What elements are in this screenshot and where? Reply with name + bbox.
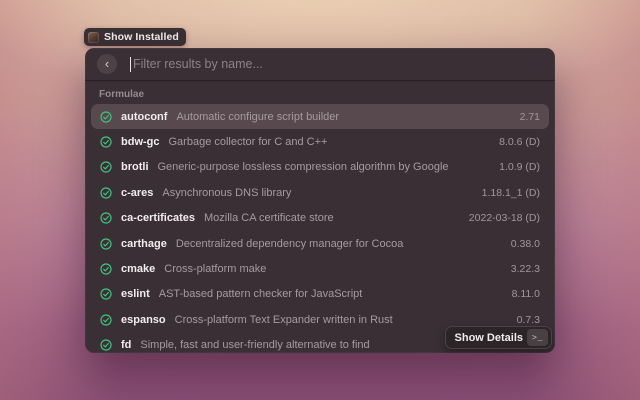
formula-version: 1.0.9 (D) [499,161,540,173]
chevron-left-icon: ‹ [105,57,109,70]
formula-version: 1.18.1_1 (D) [482,187,540,199]
terminal-prompt-key-icon: >_ [527,329,548,346]
formula-name: fd [121,339,131,351]
installed-check-icon [100,314,112,326]
homebrew-icon [88,32,99,43]
formula-description: Cross-platform Text Expander written in … [175,314,507,326]
formula-description: Generic-purpose lossless compression alg… [158,161,490,173]
installed-check-icon [100,263,112,275]
show-details-label: Show Details [455,332,523,344]
formula-name: cmake [121,263,155,275]
text-cursor [130,57,131,72]
search-input[interactable]: Filter results by name... [133,57,263,71]
list-item-cmake[interactable]: cmake Cross-platform make 3.22.3 [91,256,549,281]
list-item-carthage[interactable]: carthage Decentralized dependency manage… [91,231,549,256]
installed-check-icon [100,339,112,351]
formula-description: Decentralized dependency manager for Coc… [176,238,501,250]
formula-name: autoconf [121,111,167,123]
installed-check-icon [100,212,112,224]
formula-description: Asynchronous DNS library [162,187,471,199]
list-item-c-ares[interactable]: c-ares Asynchronous DNS library 1.18.1_1… [91,180,549,205]
list-item-ca-certificates[interactable]: ca-certificates Mozilla CA certificate s… [91,206,549,231]
formula-description: Garbage collector for C and C++ [169,136,490,148]
formula-name: bdw-gc [121,136,160,148]
formula-version: 2.71 [520,111,540,123]
search-bar: ‹ Filter results by name... [85,48,555,81]
formula-name: carthage [121,238,167,250]
installed-check-icon [100,187,112,199]
formula-description: Mozilla CA certificate store [204,212,459,224]
show-installed-button[interactable]: Show Installed [84,28,186,46]
raycast-window: ‹ Filter results by name... Formulae aut… [85,48,555,353]
formula-description: Automatic configure script builder [176,111,509,123]
formula-version: 0.7.3 [517,314,540,326]
back-button[interactable]: ‹ [97,54,117,74]
show-details-button[interactable]: Show Details >_ [445,326,552,349]
formula-version: 3.22.3 [511,263,540,275]
show-installed-label: Show Installed [104,31,179,43]
installed-check-icon [100,161,112,173]
formula-version: 0.38.0 [511,238,540,250]
installed-check-icon [100,288,112,300]
formula-description: AST-based pattern checker for JavaScript [159,288,502,300]
formulae-list: autoconf Automatic configure script buil… [85,104,555,353]
formula-version: 8.11.0 [512,288,540,300]
formula-name: ca-certificates [121,212,195,224]
installed-check-icon [100,111,112,123]
formula-version: 8.0.6 (D) [499,136,540,148]
formula-version: 2022-03-18 (D) [469,212,540,224]
section-header-formulae: Formulae [99,89,541,100]
list-item-autoconf[interactable]: autoconf Automatic configure script buil… [91,104,549,129]
list-item-bdw-gc[interactable]: bdw-gc Garbage collector for C and C++ 8… [91,129,549,154]
formula-name: eslint [121,288,150,300]
installed-check-icon [100,136,112,148]
list-item-brotli[interactable]: brotli Generic-purpose lossless compress… [91,155,549,180]
formula-name: c-ares [121,187,153,199]
installed-check-icon [100,238,112,250]
list-item-eslint[interactable]: eslint AST-based pattern checker for Jav… [91,282,549,307]
formula-name: brotli [121,161,149,173]
formula-description: Cross-platform make [164,263,501,275]
formula-name: espanso [121,314,166,326]
